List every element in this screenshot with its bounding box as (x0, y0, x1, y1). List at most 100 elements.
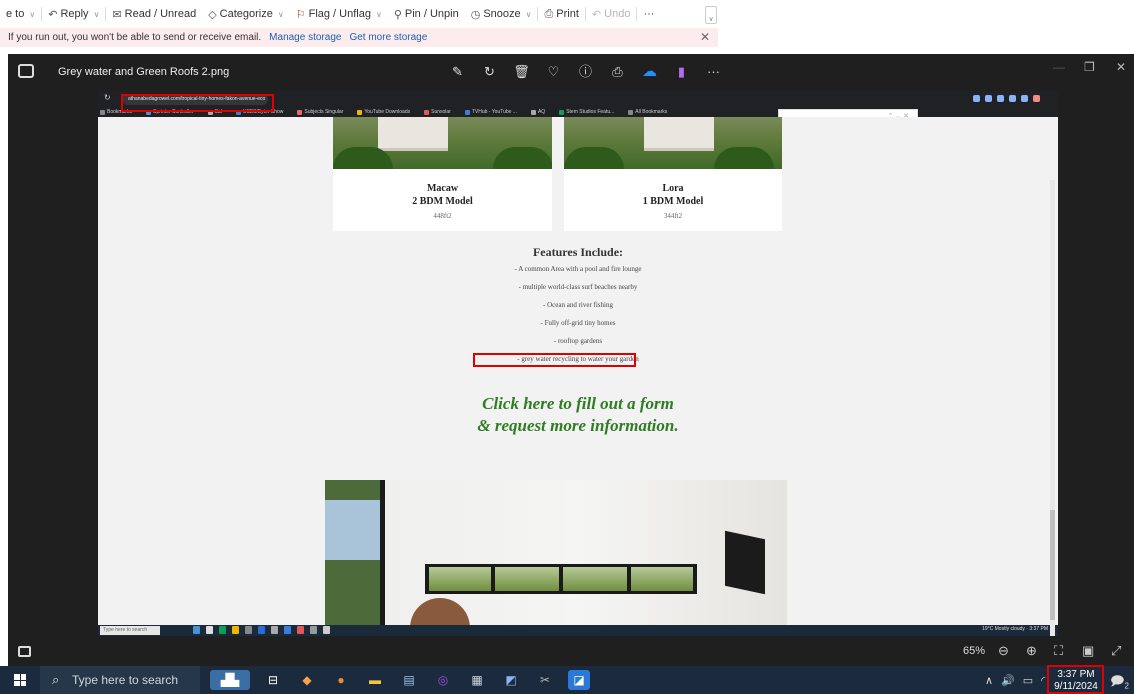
get-more-storage-link[interactable]: Get more storage (349, 32, 427, 43)
bookmark-favicon-icon (530, 109, 536, 115)
clipchamp-icon[interactable]: ▮ (672, 62, 691, 81)
move-to-button[interactable]: e to ∨ (0, 8, 41, 20)
webpage: Macaw 2 BDM Model 448ft2 Lora 1 BDM Mode… (98, 117, 1058, 625)
taskbar-search-box[interactable]: ⌕ Type here to search (40, 666, 200, 694)
weather-text: 19°C Mostly cloudy (982, 626, 1025, 632)
photos-icon[interactable]: ◪ (568, 670, 590, 690)
wifi-icon[interactable]: ◜ (1041, 674, 1045, 687)
bookmark-label: Sunsolar (431, 109, 451, 115)
system-tray: ∧ 🔊 ▭ ◜ (985, 674, 1045, 687)
features-title: Features Include: (532, 245, 624, 259)
close-icon[interactable]: ✕ (1116, 60, 1126, 74)
pin-unpin-label: Pin / Unpin (404, 8, 459, 20)
pin-unpin-button[interactable]: ⚲ Pin / Unpin (388, 8, 465, 21)
onedrive-cloud-icon[interactable]: ☁ (640, 62, 659, 81)
bookmark-favicon-icon (559, 109, 565, 115)
snooze-button[interactable]: ◷ Snooze ∨ (465, 8, 538, 21)
file-name: Grey water and Green Roofs 2.png (58, 66, 230, 78)
more-options-icon[interactable]: ··· (704, 62, 723, 81)
calculator-icon[interactable]: ▤ (398, 670, 420, 690)
clock-highlight-box (1047, 665, 1104, 694)
bookmark-label: TVHub - YouTube ... (471, 109, 517, 115)
bookmark-label: Stem Studios Featu... (566, 109, 615, 115)
undo-button[interactable]: ↶ Undo (586, 8, 637, 21)
flag-unflag-button[interactable]: ⚐ Flag / Unflag ∨ (290, 8, 388, 21)
windows-start-icon[interactable] (14, 674, 26, 686)
categorize-button[interactable]: ◇ Categorize ∨ (202, 8, 290, 21)
minimize-icon[interactable]: — (1053, 60, 1065, 74)
bookmark-favicon-icon (424, 109, 430, 115)
close-icon[interactable]: ✕ (700, 30, 710, 44)
bookmark-item: AQ (530, 109, 546, 115)
fullscreen-icon[interactable]: ⤢ (1111, 643, 1121, 659)
bookmark-item: Subjects Singular (297, 109, 343, 115)
feature-item: - Fully off-grid tiny homes (540, 319, 616, 327)
delete-icon[interactable]: 🗑 (512, 62, 531, 81)
notification-center-icon[interactable]: 🗩2 (1110, 672, 1129, 694)
filmstrip-icon[interactable] (18, 646, 31, 657)
model-type: 2 BDM Model (412, 196, 473, 207)
ribbon-expand-button[interactable]: ∨ (705, 6, 717, 24)
inner-taskbar: Type here to search 19°C Mostly cloudy ·… (98, 625, 1058, 636)
city-skyline-widget-icon[interactable]: ▟▙ (210, 670, 250, 690)
restore-icon[interactable]: ❐ (1084, 60, 1095, 74)
bookmark-label: AQ (537, 109, 546, 115)
feature-item: - A common Area with a pool and fire lou… (514, 265, 642, 273)
chevron-down-icon: ∨ (29, 9, 36, 19)
undo-label: Undo (604, 8, 631, 20)
snooze-label: Snooze (483, 8, 521, 20)
feature-item: - Ocean and river fishing (543, 301, 613, 309)
chevron-down-icon: ∨ (375, 9, 382, 19)
bookmark-label: YouTube Downloads (364, 109, 411, 115)
scrollbar-thumb[interactable] (1050, 510, 1055, 620)
show-hidden-icons-icon[interactable]: ∧ (985, 674, 993, 687)
read-unread-label: Read / Unread (124, 8, 197, 20)
zoom-out-icon[interactable]: ⊖ (998, 643, 1009, 659)
reply-button[interactable]: ↶ Reply ∨ (42, 8, 105, 21)
url-highlight-box (121, 94, 274, 112)
print-button[interactable]: ⎙ Print (538, 8, 584, 21)
model-photo (564, 117, 782, 169)
flag-icon: ⚐ (295, 8, 306, 21)
model-name: Lora (662, 183, 684, 194)
zoom-in-icon[interactable]: ⊕ (1026, 643, 1037, 659)
task-view-icon[interactable]: ⊟ (262, 670, 284, 690)
bookmark-favicon-icon (297, 109, 303, 115)
bookmark-favicon-icon (100, 109, 105, 115)
snipping-tool-icon[interactable]: ✂ (534, 670, 556, 690)
favorite-heart-icon[interactable]: ♡ (544, 62, 563, 81)
notepad-icon[interactable]: ▦ (466, 670, 488, 690)
edit-image-icon[interactable]: ✎ (448, 62, 467, 81)
desktop: e to ∨ ↶ Reply ∨ ✉ Read / Unread ◇ Categorize… (0, 0, 1134, 694)
volume-icon[interactable]: 🔊 (1001, 674, 1015, 687)
battery-icon[interactable]: ▭ (1023, 674, 1033, 687)
file-info-icon[interactable]: ⓘ (576, 62, 595, 81)
request-info-link-line2[interactable]: & request more information. (98, 416, 1058, 436)
copilot-icon[interactable]: ◆ (296, 670, 318, 690)
actual-size-icon[interactable]: ▣ (1082, 643, 1094, 659)
rotate-icon[interactable]: ↻ (480, 62, 499, 81)
viewer-titlebar: Grey water and Green Roofs 2.png ✎ ↻ 🗑 ♡… (8, 54, 1134, 90)
read-unread-button[interactable]: ✉ Read / Unread (106, 8, 202, 21)
chevron-down-icon: ∨ (525, 9, 532, 19)
extension-icons (973, 95, 1040, 102)
search-placeholder: Type here to search (72, 673, 179, 687)
outlook-icon[interactable]: ◩ (500, 670, 522, 690)
print-icon[interactable]: ⎙ (608, 62, 627, 81)
inner-clock: 3:37 PM (1029, 626, 1048, 632)
model-name: Macaw (426, 183, 459, 194)
manage-storage-link[interactable]: Manage storage (269, 32, 341, 43)
reload-icon: ↻ (104, 93, 111, 102)
search-icon: ⌕ (52, 672, 60, 687)
more-options-button[interactable]: ··· (637, 8, 660, 20)
bookmark-favicon-icon (628, 109, 634, 115)
file-explorer-icon[interactable]: ▬ (364, 670, 386, 690)
fit-to-window-icon[interactable]: ⛶ (1054, 643, 1063, 659)
request-info-link[interactable]: Click here to fill out a form (98, 394, 1058, 414)
viewer-toolbar: ✎ ↻ 🗑 ♡ ⓘ ⎙ ☁ ▮ ··· (448, 62, 723, 81)
chrome-icon[interactable]: ● (330, 670, 352, 690)
model-photo (333, 117, 552, 169)
bookmark-label: All Bookmarks (635, 109, 668, 115)
bookmark-item: Sunsolar (424, 109, 451, 115)
onenote-icon[interactable]: ◎ (432, 670, 454, 690)
